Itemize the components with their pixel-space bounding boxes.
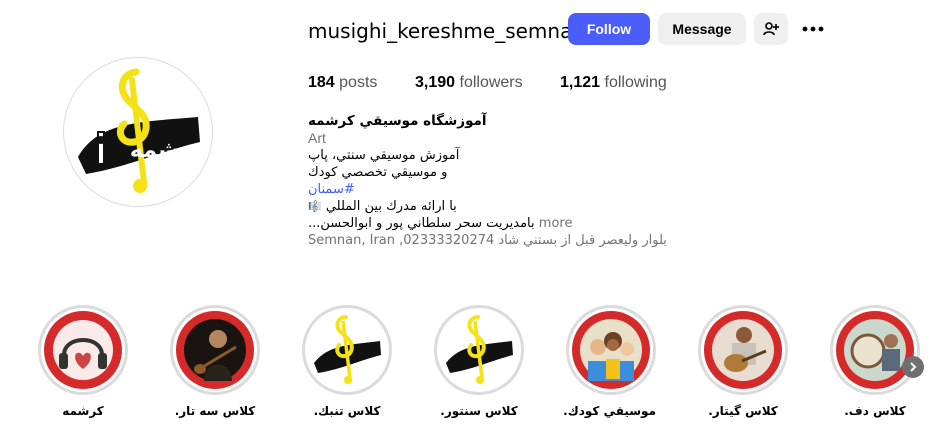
music-note-icon: 🎼 <box>308 200 322 213</box>
highlight-cover <box>44 311 122 389</box>
highlight-item[interactable]: كلاس سنتور. <box>434 305 524 418</box>
highlight-ring <box>302 305 392 395</box>
highlight-ring <box>698 305 788 395</box>
posts-count: 184 <box>308 74 335 91</box>
message-button[interactable]: Message <box>658 13 746 45</box>
posts-label: posts <box>339 74 378 91</box>
more-horizontal-icon <box>802 26 824 32</box>
following-label: following <box>604 74 667 91</box>
posts-stat: 184 posts <box>308 74 377 92</box>
highlight-cover <box>704 311 782 389</box>
hashtag-link[interactable]: #سمنان <box>308 181 668 198</box>
highlight-cover <box>836 311 914 389</box>
highlight-label: كلاس دف. <box>844 404 906 418</box>
kereshme-logo-icon: کرشمه <box>68 62 208 202</box>
more-options-button[interactable] <box>796 13 830 45</box>
profile-username: musighi_kereshme_semnan <box>308 19 586 43</box>
bio-line: آموزش موسيقي سنتي، پاپ <box>308 148 460 163</box>
highlight-label: كلاس تنبك. <box>313 404 381 418</box>
highlight-label: كلاس سه تار. <box>174 404 256 418</box>
chevron-right-icon <box>910 362 917 372</box>
bio-line-text: با ارائه مدرك بين المللي <box>325 199 457 214</box>
profile-avatar[interactable]: کرشمه <box>63 57 213 207</box>
highlight-ring <box>38 305 128 395</box>
logo-text: کرشمه <box>130 138 206 163</box>
highlights-next-button[interactable] <box>902 356 924 378</box>
followers-label: followers <box>459 74 523 91</box>
setar-player-photo-icon <box>184 319 246 381</box>
highlight-ring <box>434 305 524 395</box>
highlight-label: كلاس گيتار. <box>708 404 778 418</box>
profile-category: Art <box>308 130 326 146</box>
highlight-item[interactable]: كلاس گيتار. <box>698 305 788 418</box>
highlight-label: كلاس سنتور. <box>440 404 518 418</box>
guitar-photo-icon <box>712 319 774 381</box>
highlight-label: موسيقي كودك. <box>563 404 656 418</box>
highlight-item[interactable]: كلاس تنبك. <box>302 305 392 418</box>
followers-stat[interactable]: 3,190 followers <box>415 74 523 92</box>
bio-more-link[interactable]: more <box>539 216 573 231</box>
kids-photo-icon <box>580 319 642 381</box>
bio-line: و موسيقي تخصصي كودك <box>308 165 448 180</box>
person-add-icon <box>763 22 779 36</box>
highlight-item[interactable]: كلاس سه تار. <box>170 305 260 418</box>
profile-bio: آموزشگاه موسيقي كرشمه Art آموزش موسيقي س… <box>308 113 668 249</box>
following-count: 1,121 <box>560 74 601 91</box>
headphones-heart-icon <box>53 320 113 380</box>
bio-line: با ارائه مدرك بين المللي 🎼 <box>308 198 668 215</box>
highlight-ring <box>566 305 656 395</box>
follow-button[interactable]: Follow <box>568 13 650 45</box>
highlight-label: كرشمه <box>62 404 104 418</box>
following-stat[interactable]: 1,121 following <box>560 74 667 92</box>
highlight-cover <box>572 311 650 389</box>
highlight-cover <box>440 311 518 389</box>
highlight-cover <box>308 311 386 389</box>
highlight-ring <box>170 305 260 395</box>
profile-address: Semnan, Iran ,02333320274 بلوار وليعصر ق… <box>308 233 667 248</box>
profile-full-name: آموزشگاه موسيقي كرشمه <box>308 113 487 129</box>
bio-line-text: ...بامديريت سحر سلطاني پور و ابوالحسن <box>308 216 535 231</box>
daf-photo-icon <box>844 319 906 381</box>
kereshme-logo-icon <box>314 315 381 384</box>
followers-count: 3,190 <box>415 74 456 91</box>
bio-line: ...بامديريت سحر سلطاني پور و ابوالحسن mo… <box>308 215 668 232</box>
highlight-item[interactable]: كرشمه <box>38 305 128 418</box>
kereshme-logo-icon <box>446 315 513 384</box>
suggest-accounts-button[interactable] <box>754 13 788 45</box>
highlight-item[interactable]: موسيقي كودك. <box>563 305 656 418</box>
highlight-ring <box>830 305 920 395</box>
highlight-cover <box>176 311 254 389</box>
